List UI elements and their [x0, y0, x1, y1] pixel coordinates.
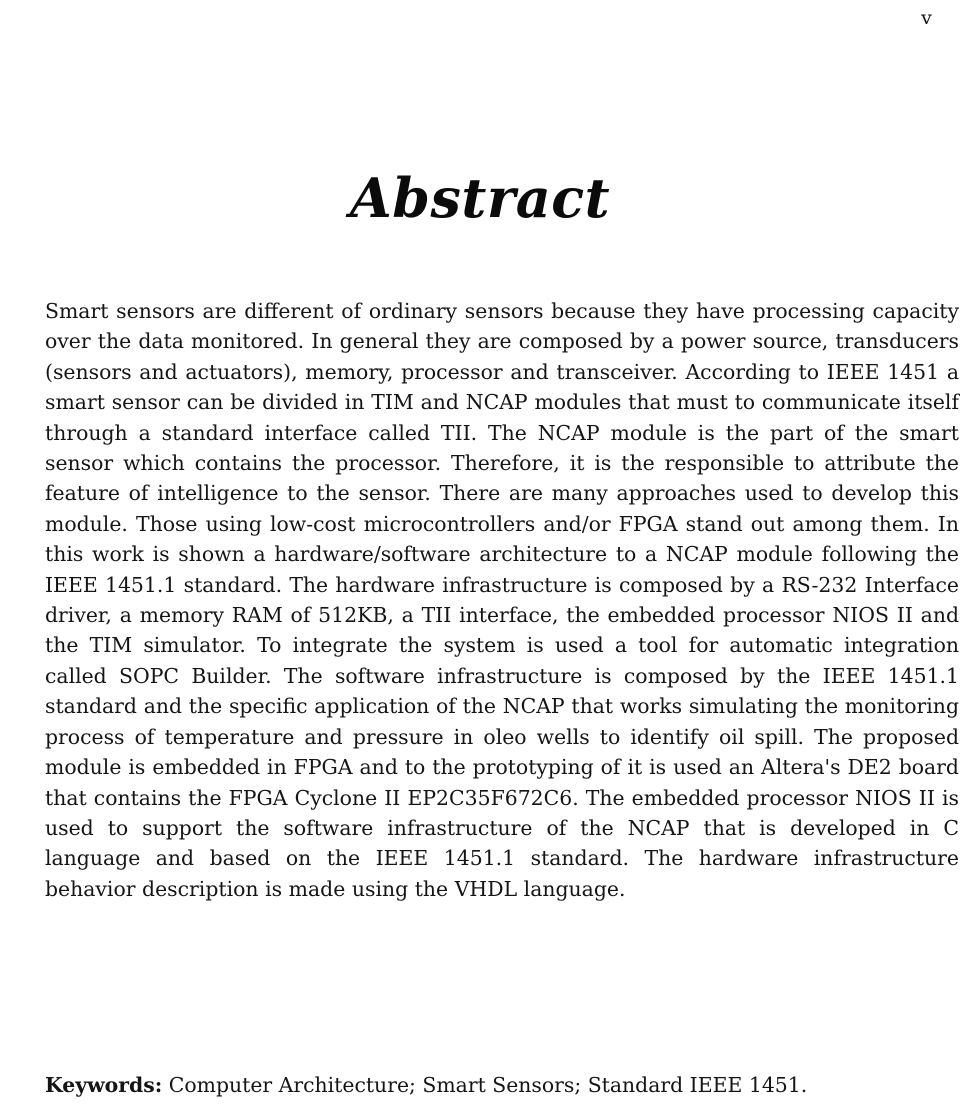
page-number: v	[921, 7, 932, 29]
document-page: v Abstract Smart sensors are different o…	[0, 0, 960, 1106]
keywords-value: Computer Architecture; Smart Sensors; St…	[168, 1073, 808, 1097]
abstract-body: Smart sensors are different of ordinary …	[45, 296, 959, 904]
keywords-line: Keywords: Computer Architecture; Smart S…	[45, 1071, 959, 1099]
page-title: Abstract	[349, 166, 611, 231]
keywords-label: Keywords:	[45, 1073, 163, 1097]
abstract-paragraph: Smart sensors are different of ordinary …	[45, 299, 959, 901]
